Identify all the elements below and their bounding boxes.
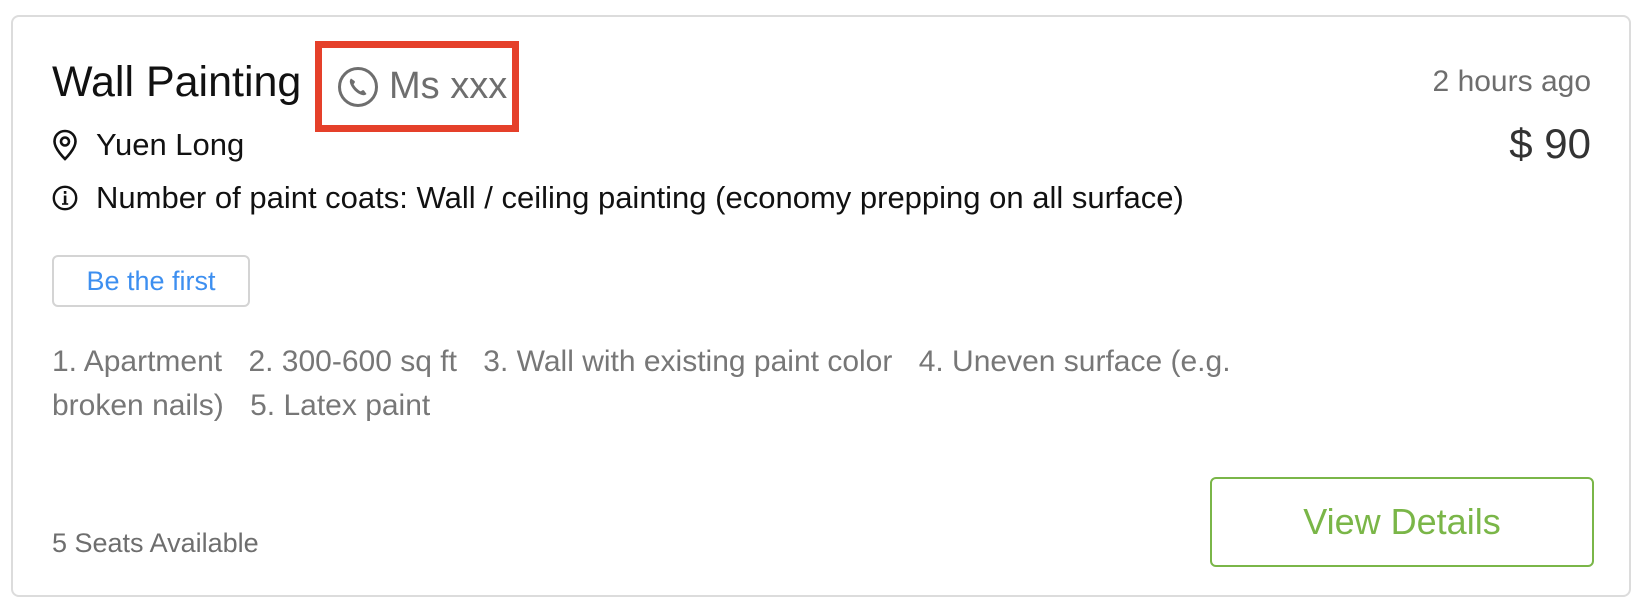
location-text: Yuen Long — [96, 127, 245, 162]
info-row: Number of paint coats: Wall / ceiling pa… — [52, 180, 1184, 216]
posted-time: 2 hours ago — [1432, 65, 1591, 98]
spec-item: 2. 300-600 sq ft — [248, 345, 457, 378]
info-icon — [52, 185, 78, 211]
contact-name[interactable]: Ms xxx — [389, 65, 507, 108]
spec-item: 3. Wall with existing paint color — [483, 345, 893, 378]
phone-icon[interactable] — [337, 66, 379, 108]
location-pin-icon — [52, 129, 78, 161]
job-price: $ 90 — [1509, 120, 1591, 167]
be-the-first-badge: Be the first — [52, 255, 250, 307]
spec-item: 5. Latex paint — [250, 389, 431, 422]
job-specs: 1. Apartment 2. 300-600 sq ft 3. Wall wi… — [52, 340, 1282, 428]
contact-highlight: Ms xxx — [315, 41, 519, 132]
info-text: Number of paint coats: Wall / ceiling pa… — [96, 180, 1184, 215]
seats-available: 5 Seats Available — [52, 528, 259, 558]
job-title: Wall Painting — [52, 58, 302, 106]
spec-item: 1. Apartment — [52, 345, 223, 378]
view-details-button[interactable]: View Details — [1210, 477, 1594, 567]
location-row: Yuen Long — [52, 127, 244, 163]
